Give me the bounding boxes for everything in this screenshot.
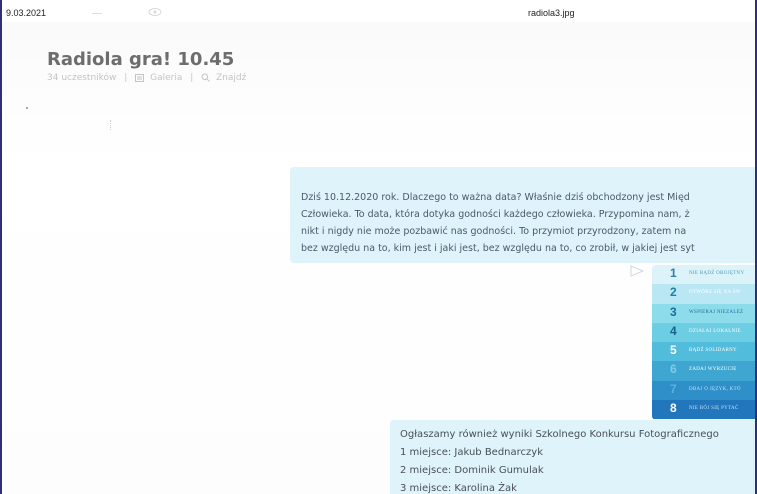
chat-meta-bar: 34 uczestników | Galeria | Znajdź — [47, 73, 246, 83]
file-name: radiola3.jpg — [528, 8, 575, 18]
message-bubble-contest-results: Ogłaszamy również wyniki Szkolnego Konku… — [390, 420, 755, 494]
scan-date: 9.03.2021 — [6, 8, 47, 18]
message-line: nikt i nigdy nie może pozbawić nas godno… — [301, 226, 687, 237]
send-arrow-icon — [630, 265, 644, 277]
eye-icon — [148, 8, 162, 16]
step-text: NIE BĄDŹ OBOJĘTNY — [689, 271, 745, 276]
step-text: WSPIERAJ NIEZALEŻ — [689, 309, 744, 315]
step-row: 8 NIE BÓJ SIĘ PYTAĆ — [652, 400, 755, 420]
message-line: 3 miejsce: Karolina Żak — [400, 483, 517, 494]
step-text: BĄDŹ SOLIDARNY — [689, 348, 737, 354]
step-row: 2 OTWÓRZ SIĘ NA ŚW — [652, 284, 755, 304]
gallery-link[interactable]: Galeria — [150, 73, 182, 83]
viewer-topbar: 9.03.2021 radiola3.jpg — [2, 0, 755, 22]
scan-speck — [26, 107, 28, 109]
message-line: bez względu na to, kim jest i jaki jest,… — [301, 243, 695, 254]
step-number: 1 — [670, 266, 677, 280]
step-row: 7 DBAJ O JĘZYK, KTÓ — [652, 380, 755, 401]
message-line: 1 miejsce: Jakub Bednarczyk — [400, 447, 543, 458]
step-text: DZIAŁAJ LOKALNIE — [689, 328, 741, 334]
step-row: 5 BĄDŹ SOLIDARNY — [652, 342, 755, 362]
step-number: 3 — [670, 304, 677, 319]
human-rights-steps-graphic: 1 NIE BĄDŹ OBOJĘTNY 2 OTWÓRZ SIĘ NA ŚW 3 WSPI… — [652, 265, 755, 420]
step-text: DBAJ O JĘZYK, KTÓ — [689, 386, 741, 392]
step-number: 5 — [670, 343, 677, 358]
step-row: 3 WSPIERAJ NIEZALEŻ — [652, 303, 755, 323]
message-line: Dziś 10.12.2020 rok. Dlaczego to ważna d… — [301, 192, 690, 203]
step-row: 1 NIE BĄDŹ OBOJĘTNY — [652, 265, 755, 285]
step-text: NIE BÓJ SIĘ PYTAĆ — [689, 406, 739, 412]
find-link[interactable]: Znajdź — [216, 73, 246, 83]
step-number: 7 — [670, 381, 677, 396]
faint-mark — [92, 13, 102, 14]
step-number: 8 — [670, 401, 677, 416]
chat-title: Radiola gra! 10.45 — [47, 49, 235, 70]
step-number: 4 — [670, 323, 677, 338]
message-line: 2 miejsce: Dominik Gumulak — [400, 465, 544, 476]
step-text: OTWÓRZ SIĘ NA ŚW — [689, 290, 741, 296]
meta-separator: | — [190, 73, 194, 83]
search-icon — [201, 73, 210, 82]
scan-speck — [110, 120, 113, 130]
message-line: Ogłaszamy również wyniki Szkolnego Konku… — [400, 429, 719, 440]
step-number: 6 — [670, 362, 677, 377]
participants-count[interactable]: 34 uczestników — [47, 73, 116, 83]
scanned-chat-image: Radiola gra! 10.45 34 uczestników | Gale… — [2, 22, 755, 494]
message-line: Człowieka. To data, która dotyka godnośc… — [301, 209, 690, 220]
step-row: 6 ZADAJ WYRZUCIE — [652, 361, 755, 381]
meta-separator: | — [124, 73, 128, 83]
step-number: 2 — [670, 285, 677, 300]
step-text: ZADAJ WYRZUCIE — [689, 367, 737, 373]
message-bubble-announcement: Dziś 10.12.2020 rok. Dlaczego to ważna d… — [290, 167, 755, 263]
step-row: 4 DZIAŁAJ LOKALNIE — [652, 322, 755, 343]
gallery-icon — [135, 73, 145, 82]
